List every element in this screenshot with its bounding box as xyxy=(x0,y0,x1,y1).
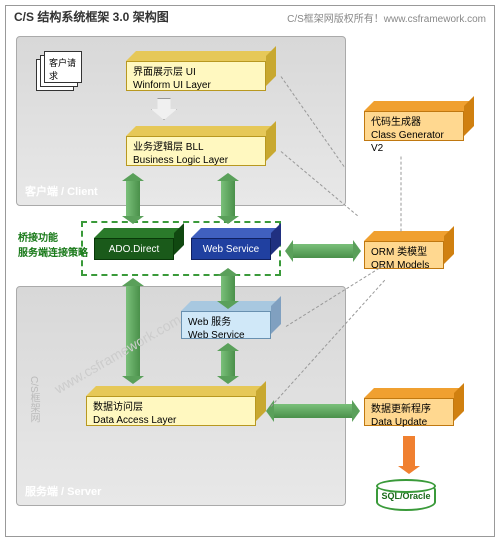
dal-box: 数据访问层 Data Access Layer xyxy=(86,386,256,416)
database-cylinder: SQL/Oracle xyxy=(376,481,436,511)
request-label: 客户请求 xyxy=(44,51,82,83)
bll-layer-box: 业务逻辑层 BLL Business Logic Layer xyxy=(126,126,266,156)
orm-box: ORM 类模型 ORM Models xyxy=(364,231,444,259)
arrow-ws-wsserver xyxy=(221,276,235,301)
ws-server-cn: Web 服务 xyxy=(188,316,264,329)
bll-layer-cn: 业务逻辑层 BLL xyxy=(133,141,259,154)
bridge-label: 桥接功能 服务端连接策略 xyxy=(18,231,88,261)
web-service-bridge-box: Web Service xyxy=(191,228,271,250)
copyright-text: C/S框架网版权所有！www.csframework.com xyxy=(287,10,486,25)
code-generator-box: 代码生成器 Class Generator V2 xyxy=(364,101,464,131)
arrow-bridge-orm xyxy=(293,244,353,258)
orm-cn: ORM 类模型 xyxy=(371,246,437,259)
arrow-bll-ws xyxy=(221,181,235,216)
watermark-brand: C/S框架网 xyxy=(26,376,41,423)
ui-layer-en: Winform UI Layer xyxy=(133,79,259,92)
server-panel-label: 服务端 / Server xyxy=(25,483,101,499)
ado-direct-box: ADO.Direct xyxy=(94,228,174,250)
generator-cn: 代码生成器 xyxy=(371,116,457,129)
bll-layer-en: Business Logic Layer xyxy=(133,154,259,167)
arrow-dal-update xyxy=(274,404,352,418)
ui-layer-cn: 界面展示层 UI xyxy=(133,66,259,79)
diagram-frame: C/S 结构系统框架 3.0 架构图 C/S框架网版权所有！www.csfram… xyxy=(5,5,495,537)
update-cn: 数据更新程序 xyxy=(371,403,447,416)
request-docs-icon: 客户请求 xyxy=(36,51,86,91)
arrow-wsserver-dal xyxy=(221,351,235,376)
update-en: Data Update xyxy=(371,416,447,429)
data-update-box: 数据更新程序 Data Update xyxy=(364,388,454,416)
client-panel-label: 客户端 / Client xyxy=(25,183,98,199)
dal-cn: 数据访问层 xyxy=(93,401,249,414)
dash-gen-orm xyxy=(401,157,402,232)
dal-en: Data Access Layer xyxy=(93,414,249,427)
ws-server-en: Web Service xyxy=(188,329,264,342)
arrow-bll-ado xyxy=(126,181,140,216)
generator-en: Class Generator V2 xyxy=(371,129,457,155)
db-label: SQL/Oracle xyxy=(381,491,430,501)
diagram-title: C/S 结构系统框架 3.0 架构图 xyxy=(14,8,169,25)
arrow-ado-dal xyxy=(126,286,140,376)
arrow-update-db xyxy=(403,436,415,466)
ws-bridge-label: Web Service xyxy=(191,238,271,260)
ado-label: ADO.Direct xyxy=(94,238,174,260)
ui-layer-box: 界面展示层 UI Winform UI Layer xyxy=(126,51,266,81)
